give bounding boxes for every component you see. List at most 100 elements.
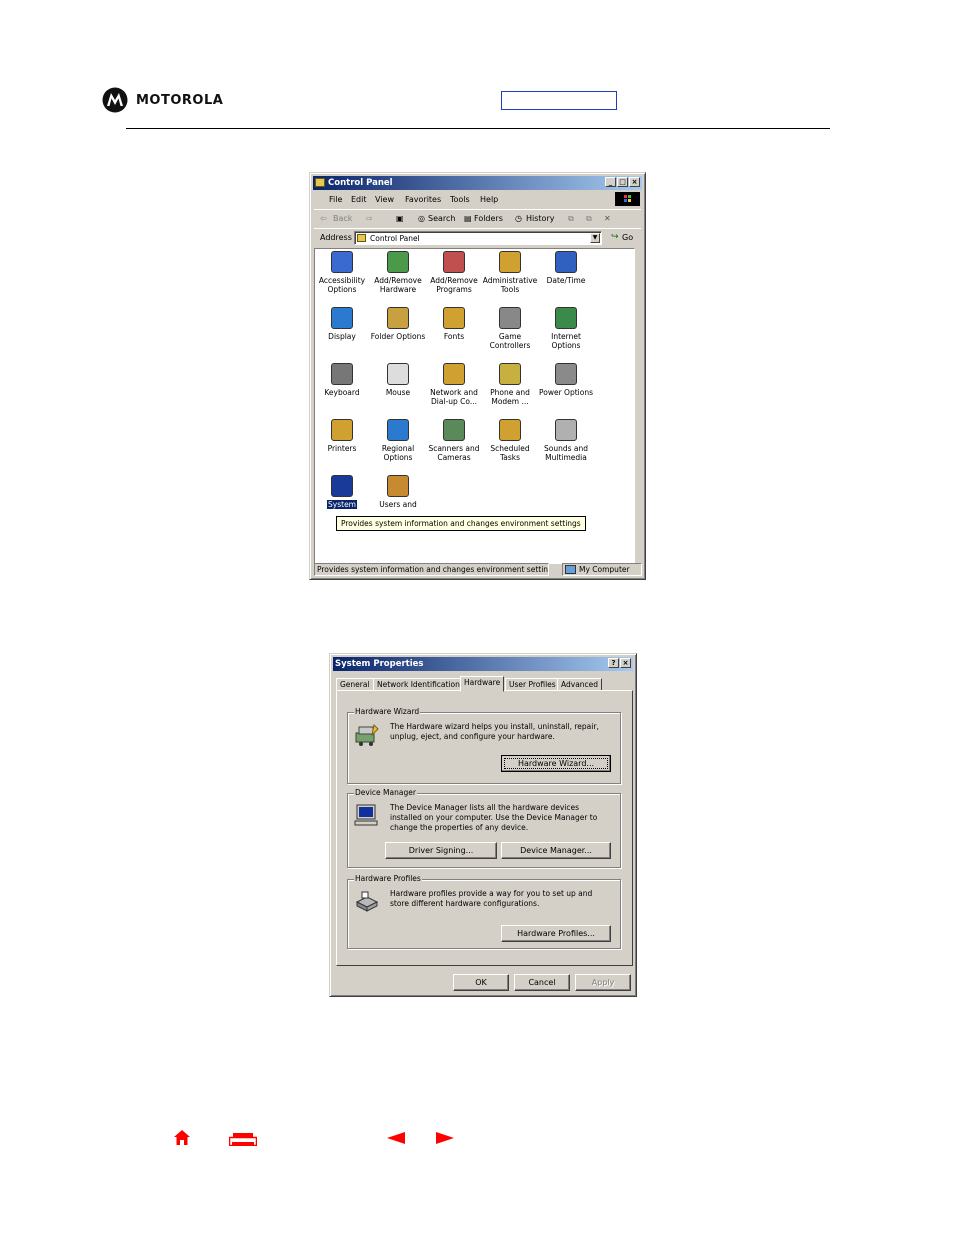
menu-file[interactable]: File bbox=[329, 195, 342, 204]
hardware-profiles-button[interactable]: Hardware Profiles... bbox=[501, 925, 611, 942]
close-button[interactable]: × bbox=[629, 177, 640, 187]
control-panel-item[interactable]: Power Options bbox=[538, 363, 594, 397]
brand-name: MOTOROLA bbox=[136, 93, 224, 108]
control-panel-item[interactable]: Keyboard bbox=[314, 363, 370, 397]
control-panel-item[interactable]: Fonts bbox=[426, 307, 482, 341]
control-panel-item[interactable]: Regional Options bbox=[370, 419, 426, 462]
header-link-box[interactable] bbox=[501, 91, 617, 110]
scrollbar[interactable] bbox=[635, 248, 641, 564]
menu-favorites[interactable]: Favorites bbox=[405, 195, 441, 204]
history-button[interactable]: History bbox=[526, 214, 554, 223]
control-panel-folder-icon bbox=[357, 234, 366, 242]
control-panel-item[interactable]: Display bbox=[314, 307, 370, 341]
driver-signing-button[interactable]: Driver Signing... bbox=[385, 842, 497, 859]
hardware-wizard-button[interactable]: Hardware Wizard... bbox=[501, 755, 611, 772]
control-panel-item-label: Keyboard bbox=[324, 388, 360, 397]
control-panel-window-icon bbox=[315, 178, 325, 187]
back-button[interactable]: Back bbox=[333, 214, 352, 223]
control-panel-item[interactable]: Scheduled Tasks bbox=[482, 419, 538, 462]
control-panel-item-label: Regional Options bbox=[381, 444, 415, 462]
folders-icon: ▤ bbox=[464, 214, 472, 223]
control-panel-item[interactable]: Users and bbox=[370, 475, 426, 509]
folder-options-icon bbox=[387, 307, 409, 329]
control-panel-item[interactable]: Add/Remove Hardware bbox=[370, 251, 426, 294]
device-manager-button[interactable]: Device Manager... bbox=[501, 842, 611, 859]
control-panel-item-label: Network and Dial-up Co... bbox=[430, 388, 478, 406]
ok-button[interactable]: OK bbox=[453, 974, 509, 991]
control-panel-item[interactable]: Accessibility Options bbox=[314, 251, 370, 294]
copy-to-icon[interactable]: ⧉ bbox=[586, 214, 592, 224]
accessibility-icon bbox=[331, 251, 353, 273]
next-page-icon[interactable] bbox=[436, 1132, 454, 1144]
printers-icon bbox=[331, 419, 353, 441]
menu-tools[interactable]: Tools bbox=[450, 195, 470, 204]
regional-options-icon bbox=[387, 419, 409, 441]
menu-help[interactable]: Help bbox=[480, 195, 498, 204]
control-panel-titlebar[interactable]: Control Panel _ □ × bbox=[313, 176, 642, 190]
apply-button[interactable]: Apply bbox=[575, 974, 631, 991]
search-button[interactable]: Search bbox=[428, 214, 455, 223]
control-panel-item[interactable]: Scanners and Cameras bbox=[426, 419, 482, 462]
folders-button[interactable]: Folders bbox=[474, 214, 503, 223]
go-arrow-icon[interactable]: ↪ bbox=[611, 232, 619, 242]
users-icon bbox=[387, 475, 409, 497]
control-panel-item-label: Add/Remove Hardware bbox=[374, 276, 422, 294]
go-button[interactable]: Go bbox=[622, 233, 633, 242]
status-bar: Provides system information and changes … bbox=[314, 563, 642, 576]
add-remove-programs-icon bbox=[443, 251, 465, 273]
previous-page-icon[interactable] bbox=[387, 1132, 405, 1144]
control-panel-item[interactable]: Administrative Tools bbox=[482, 251, 538, 294]
print-icon[interactable] bbox=[229, 1133, 257, 1146]
back-arrow-icon[interactable]: ⇦ bbox=[320, 214, 327, 223]
system-properties-titlebar[interactable]: System Properties ? × bbox=[333, 657, 633, 671]
header-divider bbox=[126, 128, 830, 129]
scheduled-tasks-icon bbox=[499, 419, 521, 441]
control-panel-item[interactable]: Folder Options bbox=[370, 307, 426, 341]
menu-view[interactable]: View bbox=[375, 195, 394, 204]
ok-button-label: OK bbox=[475, 978, 487, 987]
control-panel-item[interactable]: Network and Dial-up Co... bbox=[426, 363, 482, 406]
hardware-wizard-button-label: Hardware Wizard... bbox=[517, 759, 595, 768]
control-panel-item-label: Scheduled Tasks bbox=[490, 444, 530, 462]
control-panel-item[interactable]: Printers bbox=[314, 419, 370, 453]
toolbar: ⇦ Back ⇨ ▣ ◎ Search ▤ Folders ◷ History … bbox=[314, 209, 641, 229]
tab-hardware[interactable]: Hardware bbox=[460, 676, 505, 692]
status-text: Provides system information and changes … bbox=[314, 563, 549, 576]
control-panel-item-label: Mouse bbox=[385, 388, 411, 397]
control-panel-item-label: Power Options bbox=[539, 388, 593, 397]
status-zone-label: My Computer bbox=[579, 565, 630, 574]
control-panel-item[interactable]: Internet Options bbox=[538, 307, 594, 350]
control-panel-item-label: Internet Options bbox=[551, 332, 581, 350]
control-panel-item[interactable]: Game Controllers bbox=[482, 307, 538, 350]
menu-bar: File Edit View Favorites Tools Help bbox=[314, 192, 641, 208]
address-dropdown-icon[interactable]: ▼ bbox=[590, 233, 600, 243]
control-panel-item[interactable]: Mouse bbox=[370, 363, 426, 397]
hardware-profiles-description: Hardware profiles provide a way for you … bbox=[390, 889, 593, 908]
home-icon[interactable] bbox=[173, 1129, 191, 1146]
control-panel-window: Control Panel _ □ × File Edit View Favor… bbox=[309, 172, 646, 580]
cancel-button[interactable]: Cancel bbox=[514, 974, 570, 991]
control-panel-item[interactable]: Phone and Modem ... bbox=[482, 363, 538, 406]
device-manager-group: Device Manager The Device Manager lists … bbox=[347, 788, 621, 868]
maximize-button[interactable]: □ bbox=[617, 177, 628, 187]
control-panel-item-label: Add/Remove Programs bbox=[430, 276, 478, 294]
hardware-wizard-group: Hardware Wizard The Hardware wizard help… bbox=[347, 707, 621, 784]
control-panel-items-area: Accessibility Options Add/Remove Hardware… bbox=[314, 248, 635, 564]
close-button[interactable]: × bbox=[620, 658, 631, 668]
forward-arrow-icon[interactable]: ⇨ bbox=[366, 214, 373, 223]
hardware-profiles-legend: Hardware Profiles bbox=[354, 874, 422, 883]
delete-icon[interactable]: ✕ bbox=[604, 214, 611, 223]
up-folder-icon[interactable]: ▣ bbox=[396, 214, 404, 223]
address-input[interactable]: Control Panel ▼ bbox=[354, 231, 602, 245]
move-to-icon[interactable]: ⧉ bbox=[568, 214, 574, 224]
menu-edit[interactable]: Edit bbox=[351, 195, 367, 204]
keyboard-icon bbox=[331, 363, 353, 385]
control-panel-item[interactable]: Date/Time bbox=[538, 251, 594, 285]
control-panel-item[interactable]: Add/Remove Programs bbox=[426, 251, 482, 294]
control-panel-item[interactable]: System bbox=[314, 475, 370, 509]
device-manager-icon bbox=[354, 804, 378, 826]
minimize-button[interactable]: _ bbox=[605, 177, 616, 187]
scanners-icon bbox=[443, 419, 465, 441]
help-button[interactable]: ? bbox=[608, 658, 619, 668]
control-panel-item[interactable]: Sounds and Multimedia bbox=[538, 419, 594, 462]
